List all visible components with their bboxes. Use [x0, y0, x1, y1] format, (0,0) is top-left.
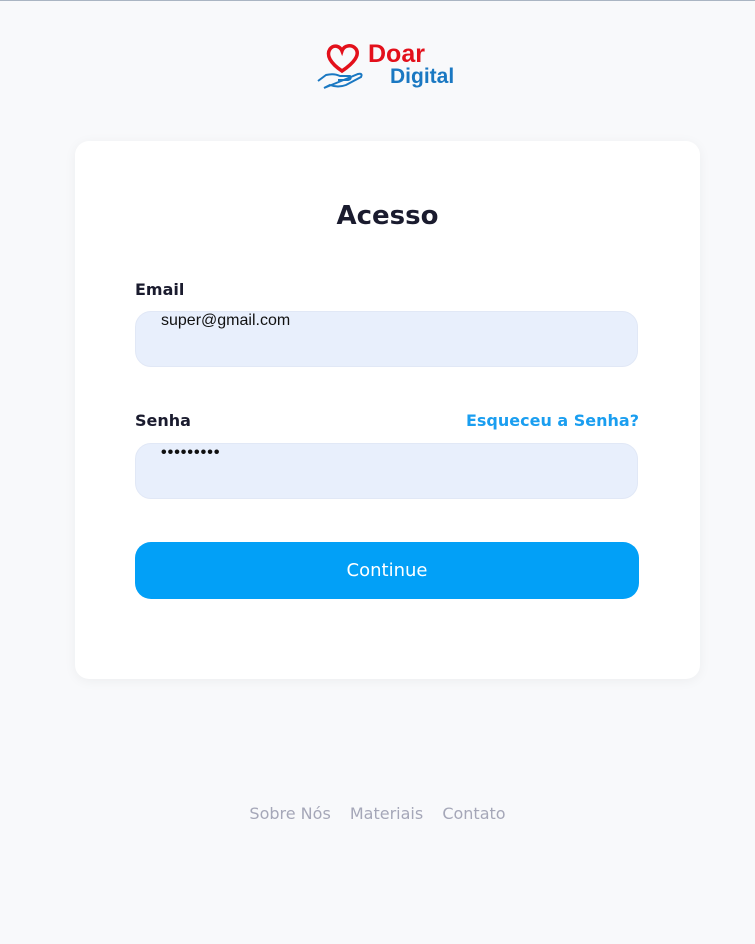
continue-button[interactable]: Continue	[135, 542, 639, 599]
page-title: Acesso	[336, 201, 439, 231]
footer-link-sobre[interactable]: Sobre Nós	[249, 804, 330, 823]
password-field[interactable]: •••••••••	[135, 443, 638, 499]
password-label: Senha	[135, 411, 191, 430]
logo: Doar Digital	[316, 40, 461, 93]
footer-link-contato[interactable]: Contato	[442, 804, 505, 823]
forgot-password-link[interactable]: Esqueceu a Senha?	[466, 411, 639, 430]
footer-link-materiais[interactable]: Materiais	[350, 804, 423, 823]
footer-nav: Sobre Nós Materiais Contato	[0, 804, 755, 823]
heart-hand-icon	[317, 44, 363, 89]
logo-text-digital: Digital	[390, 65, 455, 88]
login-card: Acesso Email super@gmail.com Senha Esque…	[75, 141, 700, 679]
email-label: Email	[135, 280, 185, 299]
email-field[interactable]: super@gmail.com	[135, 311, 638, 367]
